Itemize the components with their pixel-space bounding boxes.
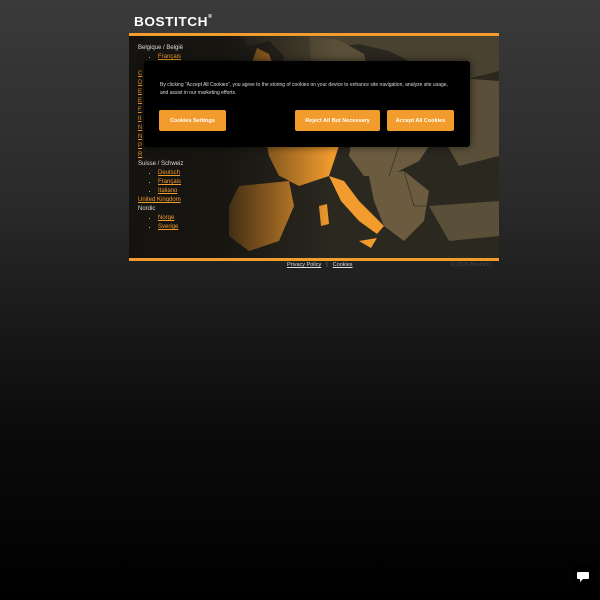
language-link-norge[interactable]: Norge <box>158 215 174 221</box>
cookie-consent-banner: By clicking “Accept All Cookies”, you ag… <box>144 61 470 147</box>
privacy-policy-link[interactable]: Privacy Policy <box>287 262 321 268</box>
cookies-settings-button[interactable]: Cookies Settings <box>159 110 226 131</box>
footer-links: Privacy Policy | Cookies <box>287 262 353 268</box>
language-item: Sverige <box>158 223 183 232</box>
cookies-link[interactable]: Cookies <box>333 262 353 268</box>
country-switzerland: Suisse / Schweiz <box>138 161 184 167</box>
language-link-sverige[interactable]: Sverige <box>158 224 178 230</box>
country-nordic: Nordic <box>138 206 156 212</box>
country-link-obscured[interactable]: R <box>138 151 183 160</box>
switzerland-languages: Deutsch Français Italiano <box>138 169 183 196</box>
language-link-deutsch[interactable]: Deutsch <box>158 170 180 176</box>
reject-all-but-necessary-button[interactable]: Reject All But Necessary <box>295 110 380 131</box>
language-item: Français <box>158 178 183 187</box>
chat-button[interactable] <box>571 565 595 589</box>
cookie-consent-text: By clicking “Accept All Cookies”, you ag… <box>160 82 448 96</box>
chat-bubble-icon <box>577 572 589 582</box>
language-item: Norge <box>158 214 183 223</box>
footer-separator: | <box>326 262 328 268</box>
language-link-italiano[interactable]: Italiano <box>158 188 177 194</box>
language-item: Deutsch <box>158 169 183 178</box>
language-link-francais[interactable]: Français <box>158 179 181 185</box>
copyright: © 2026 Bostitch <box>451 262 490 268</box>
language-item: Italiano <box>158 187 183 196</box>
language-link-francais[interactable]: Français <box>158 54 181 60</box>
country-belgium: Belgique / België <box>138 45 184 51</box>
accept-all-cookies-button[interactable]: Accept All Cookies <box>387 110 454 131</box>
bostitch-logo[interactable]: BOSTITCH® <box>134 14 212 29</box>
nordic-languages: Norge Sverige <box>138 214 183 232</box>
country-link-united-kingdom[interactable]: United Kingdom <box>138 197 181 203</box>
